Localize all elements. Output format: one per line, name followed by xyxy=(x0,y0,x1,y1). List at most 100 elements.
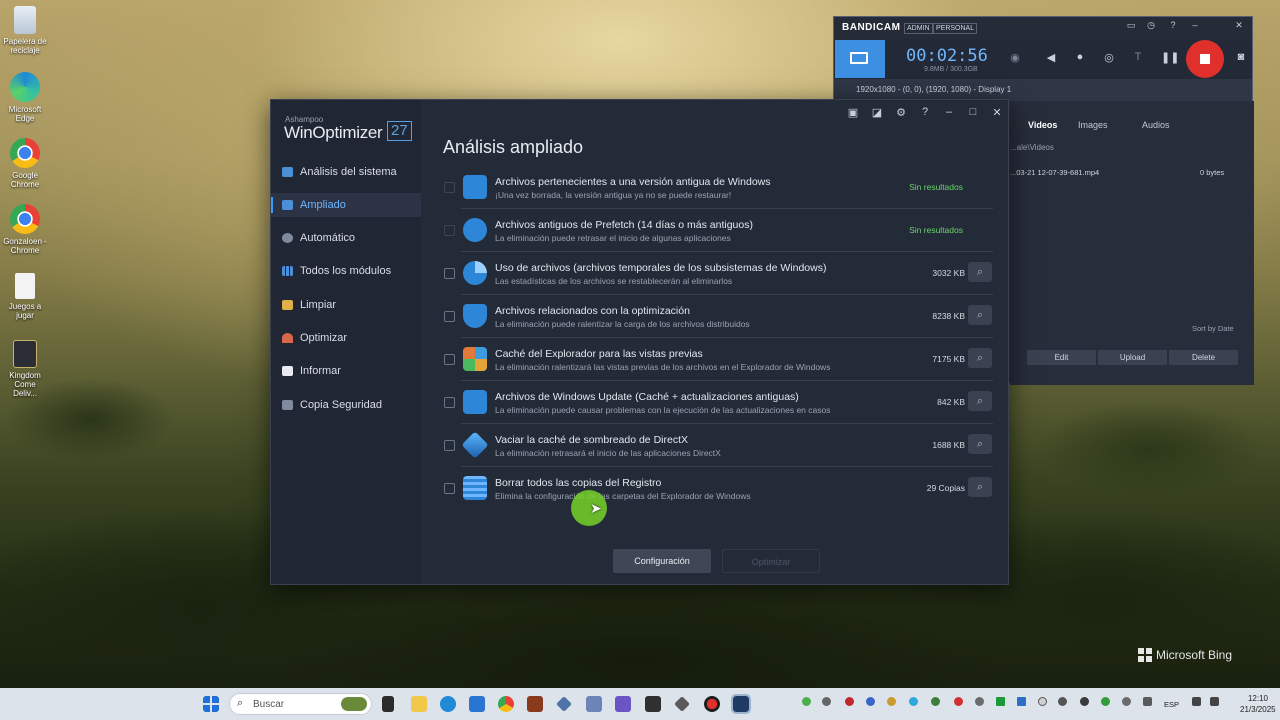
store-icon[interactable] xyxy=(469,696,485,712)
magnifier-icon[interactable]: ⌕ xyxy=(968,391,992,411)
tray-icon[interactable] xyxy=(1122,697,1131,706)
file-explorer-icon[interactable] xyxy=(411,696,427,712)
list-item[interactable]: Archivos de Windows Update (Caché + actu… xyxy=(443,381,993,423)
chrome-profile-shortcut[interactable]: Gonzaloen - Chrome xyxy=(2,204,48,255)
app-icon[interactable] xyxy=(556,696,572,712)
webcam-icon[interactable]: ◉ xyxy=(1006,51,1024,64)
settings-gear-icon[interactable]: ⚙ xyxy=(892,106,910,119)
app-icon[interactable] xyxy=(645,696,661,712)
tray-icon[interactable] xyxy=(866,697,875,706)
tab-images[interactable]: Images xyxy=(1078,120,1108,130)
sidebar-item-informar[interactable]: Informar xyxy=(271,359,421,383)
tray-icon[interactable] xyxy=(1080,697,1089,706)
sidebar-item-ampliado[interactable]: Ampliado xyxy=(271,193,421,217)
sidebar-item-modulos[interactable]: Todos los módulos xyxy=(271,259,421,283)
sidebar-item-automatico[interactable]: Automático xyxy=(271,226,421,250)
screen-mode-button[interactable] xyxy=(835,40,885,78)
feedback-icon[interactable]: ▣ xyxy=(844,106,862,119)
magnifier-icon[interactable]: ⌕ xyxy=(968,305,992,325)
upload-button[interactable]: Upload xyxy=(1098,350,1167,365)
magnifier-icon[interactable]: ⌕ xyxy=(968,477,992,497)
clock[interactable]: 12:10 21/3/2025 xyxy=(1240,693,1276,715)
chart-window-icon[interactable]: ◪ xyxy=(868,106,886,119)
close-icon[interactable]: ✕ xyxy=(1230,20,1248,31)
magnifier-icon[interactable]: ⌕ xyxy=(968,262,992,282)
game-shortcut[interactable]: Kingdom Come Deliv... xyxy=(2,340,48,398)
mouse-effect-icon[interactable]: ◎ xyxy=(1100,51,1118,64)
list-item[interactable]: Archivos relacionados con la optimizació… xyxy=(443,295,993,337)
tray-icon[interactable] xyxy=(975,697,984,706)
item-checkbox[interactable] xyxy=(444,397,455,408)
item-checkbox[interactable] xyxy=(444,182,455,193)
folder-icon[interactable]: ▭ xyxy=(1122,20,1140,31)
tray-icon[interactable] xyxy=(954,697,963,706)
tab-audios[interactable]: Audios xyxy=(1142,120,1170,130)
item-checkbox[interactable] xyxy=(444,225,455,236)
app-icon[interactable] xyxy=(527,696,543,712)
tray-icon[interactable] xyxy=(802,697,811,706)
minimize-icon[interactable]: – xyxy=(1186,20,1204,30)
list-item[interactable]: Archivos pertenecientes a una versión an… xyxy=(443,166,993,208)
configuration-button[interactable]: Configuración xyxy=(613,549,711,573)
tray-icon[interactable] xyxy=(909,697,918,706)
item-checkbox[interactable] xyxy=(444,483,455,494)
item-checkbox[interactable] xyxy=(444,268,455,279)
app-icon[interactable] xyxy=(674,696,690,712)
list-item[interactable]: Archivos antiguos de Prefetch (14 días o… xyxy=(443,209,993,251)
tray-icon[interactable] xyxy=(996,697,1005,706)
edge-icon[interactable] xyxy=(440,696,456,712)
magnifier-icon[interactable]: ⌕ xyxy=(968,348,992,368)
tray-icon[interactable] xyxy=(1038,697,1047,706)
magnifier-icon[interactable]: ⌕ xyxy=(968,434,992,454)
stop-recording-button[interactable] xyxy=(1186,40,1224,78)
text-overlay-icon[interactable]: T xyxy=(1129,51,1147,63)
tray-icon[interactable] xyxy=(1017,697,1026,706)
tray-icon[interactable] xyxy=(887,697,896,706)
search-input[interactable]: ⌕ Buscar xyxy=(229,693,372,715)
edge-shortcut[interactable]: Microsoft Edge xyxy=(2,72,48,123)
tray-icon[interactable] xyxy=(1101,697,1110,706)
speaker-icon[interactable]: ◀ xyxy=(1042,51,1060,64)
sidebar-item-copia[interactable]: Copia Seguridad xyxy=(271,393,421,417)
recycle-bin-shortcut[interactable]: Papelera de reciclaje xyxy=(2,6,48,55)
item-checkbox[interactable] xyxy=(444,354,455,365)
optimize-button[interactable]: Optimizar xyxy=(722,549,820,573)
app-icon[interactable] xyxy=(586,696,602,712)
task-view-icon[interactable] xyxy=(382,696,394,712)
volume-icon[interactable] xyxy=(1210,697,1219,706)
tray-icon[interactable] xyxy=(931,697,940,706)
pause-icon[interactable]: ❚❚ xyxy=(1161,51,1179,64)
list-item[interactable]: Uso de archivos (archivos temporales de … xyxy=(443,252,993,294)
clock-icon[interactable]: ◷ xyxy=(1142,20,1160,31)
tab-videos[interactable]: Videos xyxy=(1028,120,1057,130)
close-icon[interactable]: ✕ xyxy=(988,106,1006,119)
edit-button[interactable]: Edit xyxy=(1027,350,1096,365)
chrome-shortcut[interactable]: Google Chrome xyxy=(2,138,48,189)
minimize-icon[interactable]: – xyxy=(940,106,958,118)
sidebar-item-optimizar[interactable]: Optimizar xyxy=(271,326,421,350)
microphone-icon[interactable] xyxy=(1143,697,1152,706)
maximize-icon[interactable]: □ xyxy=(964,106,982,118)
tray-icon[interactable] xyxy=(845,697,854,706)
network-icon[interactable] xyxy=(1192,697,1201,706)
text-file-shortcut[interactable]: Juegos a jugar xyxy=(2,273,48,320)
winoptimizer-icon[interactable] xyxy=(731,694,751,714)
tray-icon[interactable] xyxy=(1058,697,1067,706)
language-indicator[interactable]: ESP xyxy=(1164,700,1179,709)
file-name[interactable]: ...03-21 12-07-39-681.mp4 xyxy=(1010,168,1099,177)
list-item[interactable]: Caché del Explorador para las vistas pre… xyxy=(443,338,993,380)
chrome-icon[interactable] xyxy=(498,696,514,712)
help-icon[interactable]: ? xyxy=(1164,20,1182,30)
list-item[interactable]: Vaciar la caché de sombreado de DirectX … xyxy=(443,424,993,466)
sidebar-item-limpiar[interactable]: Limpiar xyxy=(271,293,421,317)
bandicam-icon[interactable] xyxy=(704,696,720,712)
item-checkbox[interactable] xyxy=(444,311,455,322)
start-icon[interactable] xyxy=(203,696,219,712)
help-icon[interactable]: ? xyxy=(916,106,934,118)
camera-icon[interactable]: ◙ xyxy=(1232,51,1250,63)
sort-by-date[interactable]: Sort by Date xyxy=(1192,324,1234,333)
microphone-icon[interactable]: ● xyxy=(1071,51,1089,63)
app-icon[interactable] xyxy=(615,696,631,712)
list-item[interactable]: Borrar todos las copias del Registro Eli… xyxy=(443,467,993,509)
sidebar-item-analisis[interactable]: Análisis del sistema xyxy=(271,160,421,184)
